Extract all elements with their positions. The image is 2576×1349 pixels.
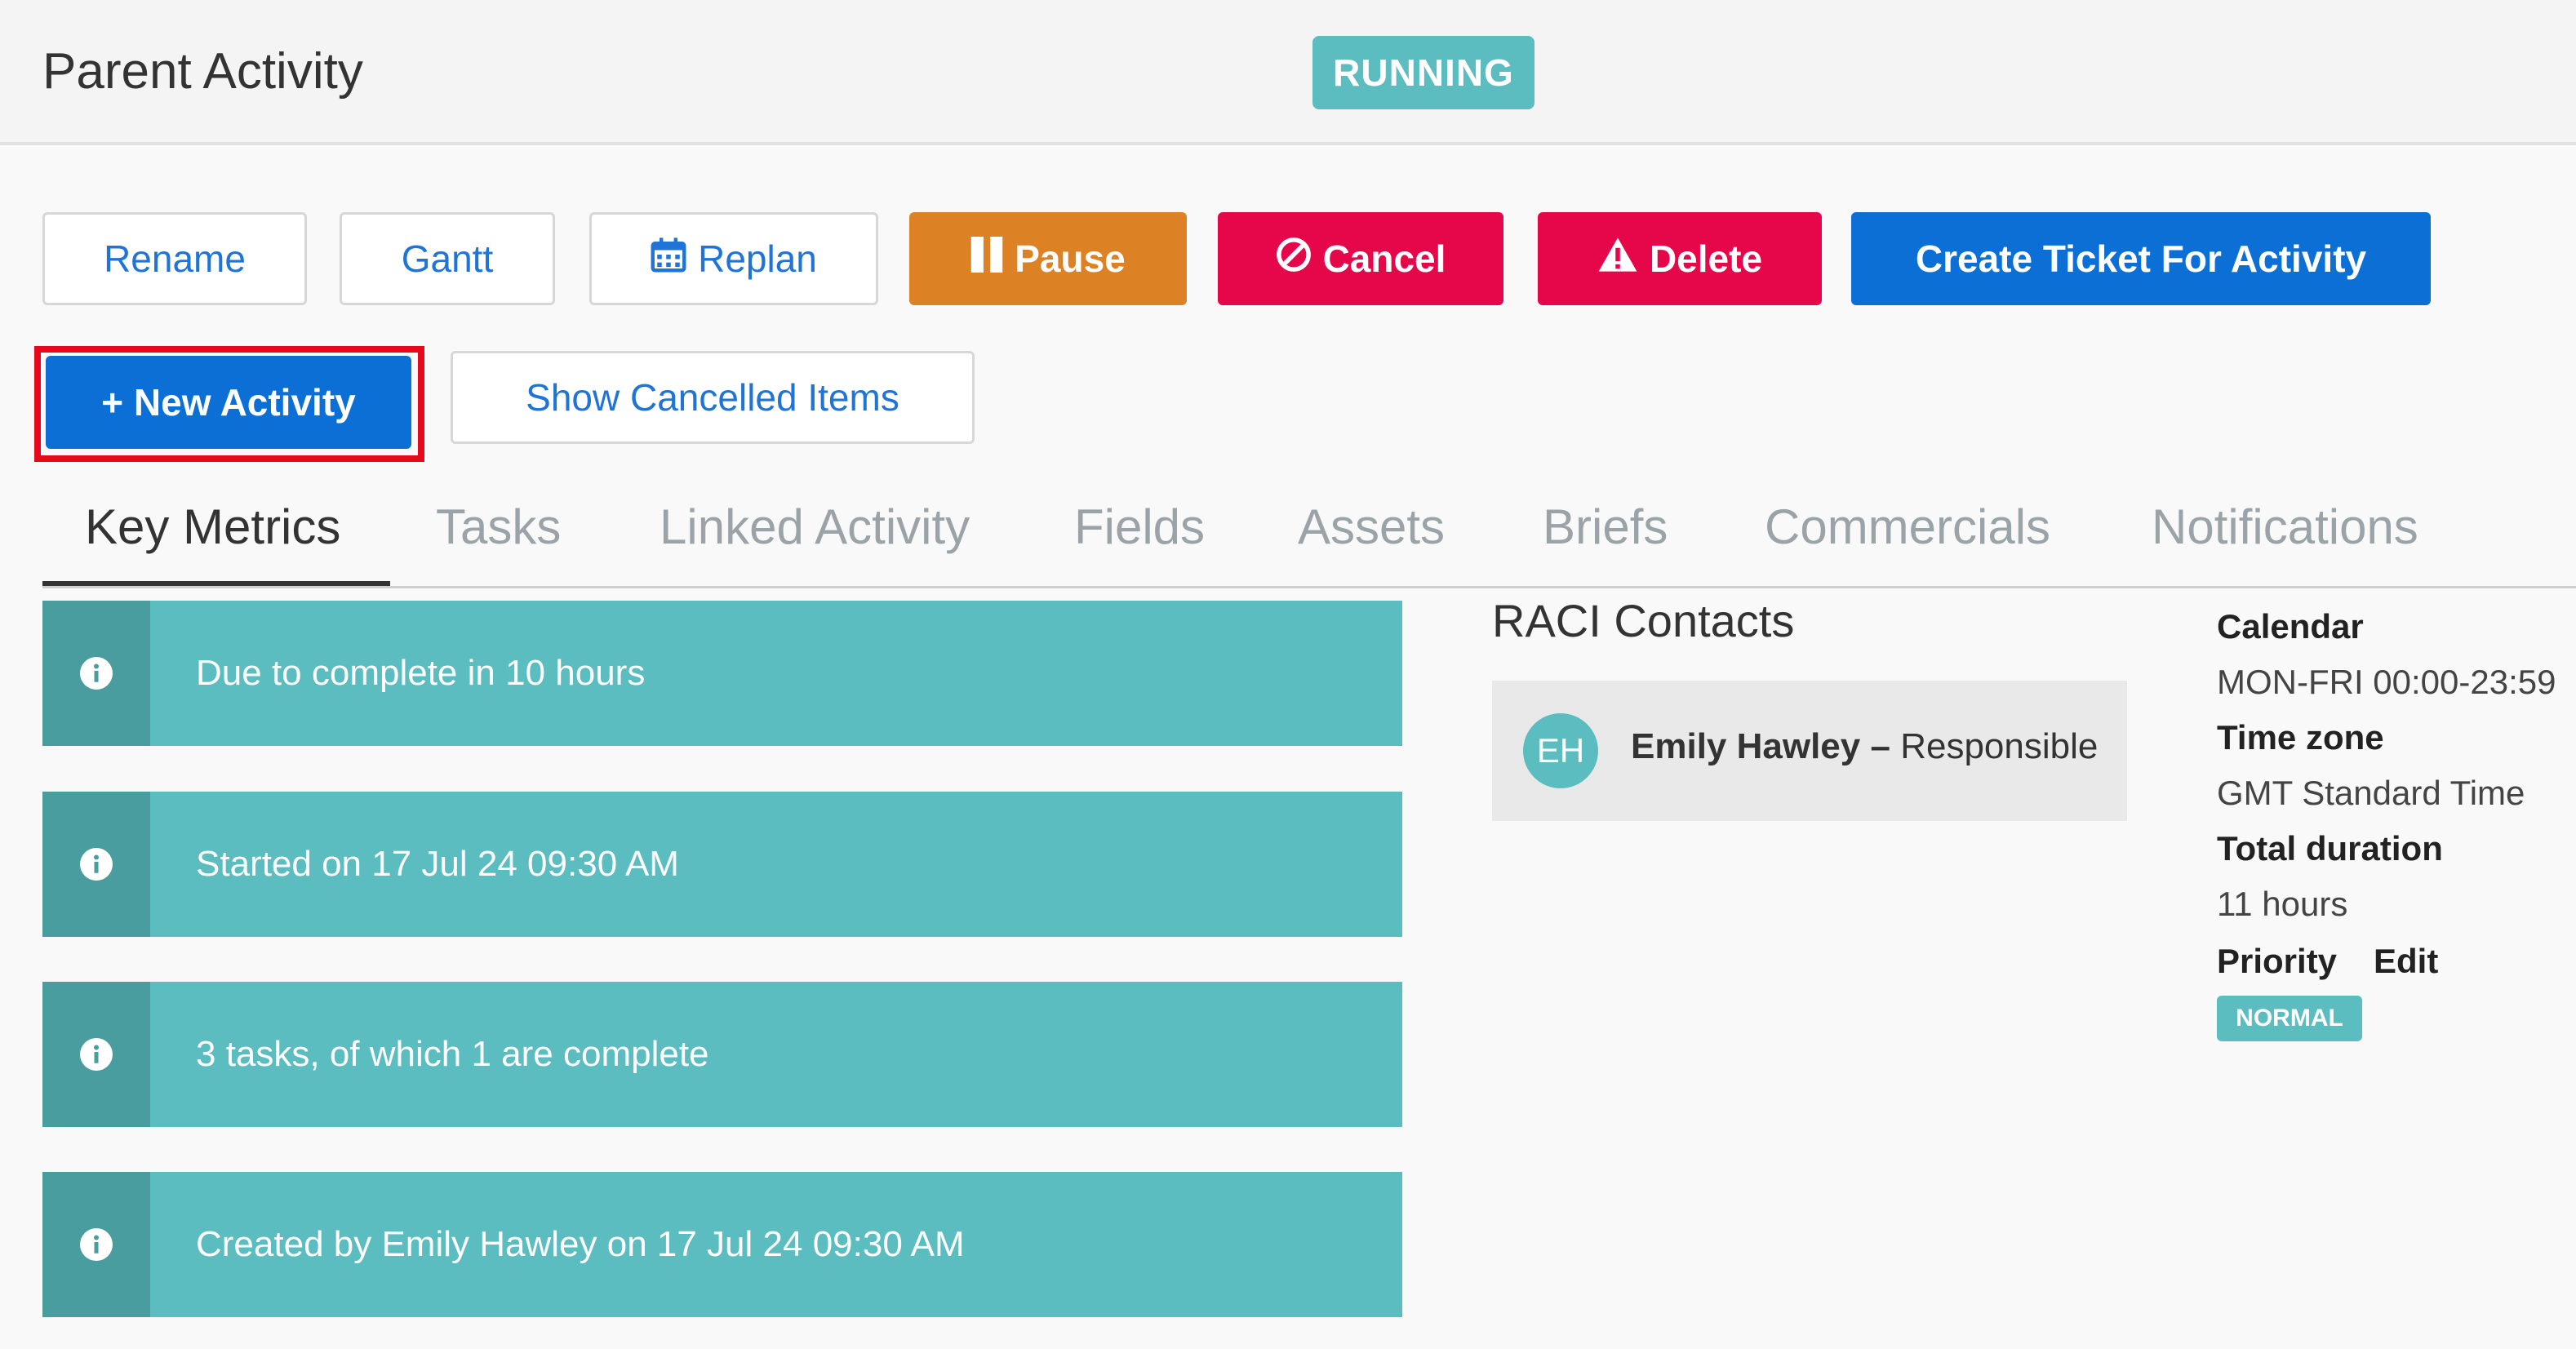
timezone-value: GMT Standard Time	[2217, 774, 2525, 812]
tab-fields[interactable]: Fields	[1074, 485, 1205, 586]
page-header: Parent Activity RUNNING	[0, 0, 2576, 145]
rename-button-label: Rename	[104, 237, 246, 280]
create-ticket-button[interactable]: Create Ticket For Activity	[1851, 212, 2431, 305]
info-icon	[42, 1172, 150, 1317]
tab-assets[interactable]: Assets	[1298, 485, 1445, 586]
timezone-label: Time zone	[2217, 718, 2384, 757]
pause-icon	[970, 236, 1003, 282]
ban-icon	[1276, 237, 1312, 282]
pause-button-label: Pause	[1015, 237, 1126, 280]
gantt-button[interactable]: Gantt	[340, 212, 555, 305]
page-title: Parent Activity	[42, 43, 363, 100]
calendar-icon	[651, 237, 686, 282]
delete-button[interactable]: Delete	[1538, 212, 1822, 305]
metric-row: Due to complete in 10 hours	[42, 601, 1402, 746]
metric-text: Created by Emily Hawley on 17 Jul 24 09:…	[196, 1224, 965, 1264]
cancel-button[interactable]: Cancel	[1218, 212, 1503, 305]
cancel-button-label: Cancel	[1322, 237, 1446, 280]
raci-separator: –	[1870, 726, 1901, 766]
warning-icon	[1597, 237, 1638, 282]
gantt-button-label: Gantt	[401, 237, 494, 280]
active-tab-indicator	[42, 581, 390, 586]
metric-row: 3 tasks, of which 1 are complete	[42, 982, 1402, 1127]
tab-notifications[interactable]: Notifications	[2152, 485, 2418, 586]
metric-row: Started on 17 Jul 24 09:30 AM	[42, 792, 1402, 937]
info-icon	[42, 601, 150, 746]
tab-key-metrics[interactable]: Key Metrics	[85, 485, 340, 586]
new-activity-button-label: + New Activity	[101, 381, 356, 424]
metric-text: Started on 17 Jul 24 09:30 AM	[196, 844, 679, 884]
duration-label: Total duration	[2217, 829, 2443, 868]
tab-linked-activity[interactable]: Linked Activity	[660, 485, 970, 586]
delete-button-label: Delete	[1649, 237, 1763, 280]
calendar-value: MON-FRI 00:00-23:59	[2217, 663, 2556, 701]
raci-title: RACI Contacts	[1492, 595, 1795, 646]
duration-value: 11 hours	[2217, 885, 2348, 923]
priority-edit-link[interactable]: Edit	[2374, 942, 2438, 981]
metric-text: Due to complete in 10 hours	[196, 653, 646, 693]
tab-briefs[interactable]: Briefs	[1543, 485, 1668, 586]
metric-row: Created by Emily Hawley on 17 Jul 24 09:…	[42, 1172, 1402, 1317]
rename-button[interactable]: Rename	[42, 212, 307, 305]
show-cancelled-button-label: Show Cancelled Items	[526, 376, 899, 419]
raci-contact-name: Emily Hawley	[1631, 726, 1861, 766]
raci-contact-card[interactable]: EH Emily Hawley – Responsible	[1492, 681, 2127, 821]
tab-bar: Key Metrics Tasks Linked Activity Fields…	[42, 485, 2576, 588]
avatar: EH	[1523, 713, 1598, 788]
raci-contact-role: Responsible	[1900, 726, 2099, 766]
tab-tasks[interactable]: Tasks	[436, 485, 561, 586]
metric-text: 3 tasks, of which 1 are complete	[196, 1034, 709, 1074]
status-badge: RUNNING	[1312, 36, 1534, 109]
show-cancelled-button[interactable]: Show Cancelled Items	[451, 351, 975, 444]
replan-button-label: Replan	[698, 237, 817, 280]
priority-badge: NORMAL	[2217, 996, 2362, 1041]
create-ticket-button-label: Create Ticket For Activity	[1915, 237, 2367, 280]
raci-contact-label: Emily Hawley – Responsible	[1631, 726, 2098, 767]
priority-label: Priority	[2217, 942, 2338, 980]
tab-commercials[interactable]: Commercials	[1765, 485, 2050, 586]
pause-button[interactable]: Pause	[909, 212, 1187, 305]
info-icon	[42, 982, 150, 1127]
new-activity-button[interactable]: + New Activity	[46, 356, 411, 449]
info-icon	[42, 792, 150, 937]
replan-button[interactable]: Replan	[589, 212, 878, 305]
calendar-label: Calendar	[2217, 607, 2364, 646]
